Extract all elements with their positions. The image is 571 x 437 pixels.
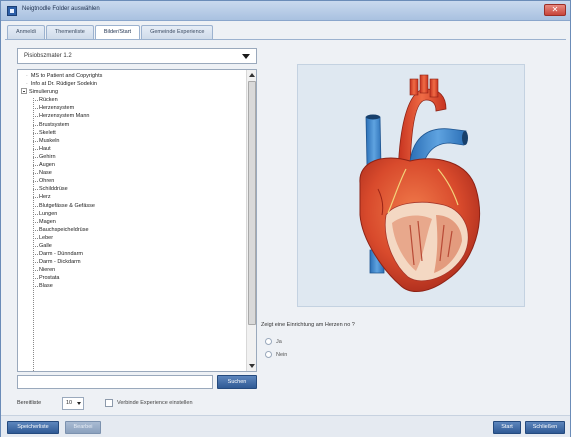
tree-item-label: Galle [39, 242, 52, 249]
count-select[interactable]: 10 [62, 397, 84, 410]
tree-item[interactable]: Magen [20, 218, 245, 226]
tree-item-label: Info at Dr. Rüdiger Sodekin [30, 81, 97, 88]
tree-item[interactable]: Augen [20, 161, 245, 169]
close-button[interactable]: ✕ [544, 4, 566, 16]
tree-item[interactable]: Schilddrüse [20, 185, 245, 193]
title-bar: Neigtnodle Folder auswählen ✕ [1, 1, 570, 21]
tree-item-label: Herzensystem [39, 105, 75, 112]
tab-bar: Anmeldi Themenliste Bilder/Start Gemeind… [7, 25, 214, 40]
tree-item[interactable]: Prostata [20, 274, 245, 282]
count-label: Bereitliste [17, 400, 42, 406]
bottom-bar: Speicherliste Bearbei Start Schließen [1, 415, 570, 437]
tab-bilder-start[interactable]: Bilder/Start [94, 25, 141, 40]
topic-tree: MS to Patient and Copyrights Info at Dr. … [17, 69, 257, 372]
tree-item[interactable]: Blase [20, 282, 245, 290]
tree-folder[interactable]: Simulierung [20, 87, 245, 96]
tree-item-label: Skelett [39, 129, 56, 136]
tree-item[interactable]: Info at Dr. Rüdiger Sodekin [20, 80, 245, 88]
tree-item[interactable]: Herz [20, 193, 245, 201]
tree-item[interactable]: Ohren [20, 177, 245, 185]
dropdown-value: Pisiobszmater 1.2 [24, 53, 72, 59]
tree-item-label: Lungen [39, 210, 58, 217]
tree-scrollbar[interactable] [246, 70, 256, 371]
tree-item[interactable]: Bauchspeicheldrüse [20, 226, 245, 234]
tree-item[interactable]: Darm - Dickdarm [20, 258, 245, 266]
tree-item[interactable]: Herzensystem [20, 104, 245, 112]
bearbeiten-button[interactable]: Bearbei [65, 421, 101, 434]
tree-item-label: Blutgefässe & Gefässe [39, 202, 95, 209]
tree-item-label: Rücken [39, 97, 58, 104]
tree-item-label: Nieren [39, 267, 56, 274]
tree-item-label: Augen [39, 162, 55, 169]
tree-item-label: Prostata [39, 275, 60, 282]
tree-item-label: Herzensystem Mann [39, 113, 90, 120]
experience-checkbox-label: Verbinde Experience einstellen [117, 400, 193, 406]
question-text: Zeigt eine Einrichtung am Herzen no ? [261, 322, 355, 328]
tree-item[interactable]: Brustsystem [20, 121, 245, 129]
status-bar: Bereitliste 10 Verbinde Experience einst… [17, 397, 317, 411]
category-dropdown[interactable]: Pisiobszmater 1.2 [17, 48, 257, 64]
tree-item-label: Muskeln [39, 137, 60, 144]
tree-item-label: Brustsystem [39, 121, 70, 128]
scroll-down-icon[interactable] [248, 362, 256, 370]
radio-yes-label: Ja [276, 339, 282, 345]
tree-item[interactable]: Haut [20, 145, 245, 153]
scroll-up-icon[interactable] [248, 71, 256, 79]
tree-item-label: Simulierung [29, 89, 59, 96]
tree-item-label: Blase [39, 283, 53, 290]
tab-divider [5, 39, 566, 40]
tab-experience[interactable]: Gemeinde Experience [141, 25, 214, 39]
search-row: Suchen [17, 375, 257, 389]
app-window: Neigtnodle Folder auswählen ✕ Anmeldi Th… [0, 0, 571, 437]
tree-item-label: Schilddrüse [39, 186, 68, 193]
tree-item[interactable]: Lungen [20, 210, 245, 218]
tree-item[interactable]: Herzensystem Mann [20, 112, 245, 120]
tree-item-label: Nase [39, 170, 52, 177]
window-title: Neigtnodle Folder auswählen [22, 6, 100, 12]
anatomy-image [297, 64, 525, 307]
search-button[interactable]: Suchen [217, 375, 257, 389]
tree-item[interactable]: Blutgefässe & Gefässe [20, 202, 245, 210]
tree-item[interactable]: MS to Patient and Copyrights [20, 72, 245, 80]
chevron-down-icon [242, 54, 250, 59]
radio-no-label: Nein [276, 352, 288, 358]
tree-item[interactable]: Galle [20, 242, 245, 250]
search-input[interactable] [17, 375, 213, 389]
app-icon [7, 6, 17, 16]
tree-item-label: Haut [39, 145, 51, 152]
tab-anmeldung[interactable]: Anmeldi [7, 25, 45, 39]
speicherliste-button[interactable]: Speicherliste [7, 421, 59, 434]
tree-list: MS to Patient and Copyrights Info at Dr. … [20, 72, 245, 291]
start-button[interactable]: Start [493, 421, 521, 434]
tree-item[interactable]: Muskeln [20, 137, 245, 145]
close-dialog-button[interactable]: Schließen [525, 421, 565, 434]
tree-item-label: Darm - Dickdarm [39, 259, 81, 266]
tree-item-label: Herz [39, 194, 51, 201]
tree-item[interactable]: Leber [20, 234, 245, 242]
tree-item-label: Leber [39, 234, 54, 241]
tree-item-label: Ohren [39, 178, 55, 185]
left-panel: Pisiobszmater 1.2 MS to Patient and Copy… [17, 48, 257, 393]
tree-item[interactable]: Gehirn [20, 153, 245, 161]
tree-item-label: Gehirn [39, 153, 56, 160]
experience-checkbox[interactable] [105, 399, 113, 407]
tree-item[interactable]: Rücken [20, 96, 245, 104]
tree-item-label: Darm - Dünndarm [39, 251, 84, 258]
collapse-icon[interactable] [21, 87, 27, 94]
tree-item-label: MS to Patient and Copyrights [30, 73, 103, 79]
tree-item[interactable]: Nieren [20, 266, 245, 274]
heart-illustration [298, 65, 524, 306]
radio-no[interactable] [265, 351, 272, 358]
tree-item[interactable]: Skelett [20, 129, 245, 137]
tree-item[interactable]: Darm - Dünndarm [20, 250, 245, 258]
tree-item-label: Magen [39, 218, 56, 225]
tree-item-label: Bauchspeicheldrüse [39, 226, 89, 233]
radio-yes[interactable] [265, 338, 272, 345]
tree-item[interactable]: Nase [20, 169, 245, 177]
tab-themenliste[interactable]: Themenliste [45, 25, 94, 39]
scroll-thumb[interactable] [248, 81, 256, 325]
